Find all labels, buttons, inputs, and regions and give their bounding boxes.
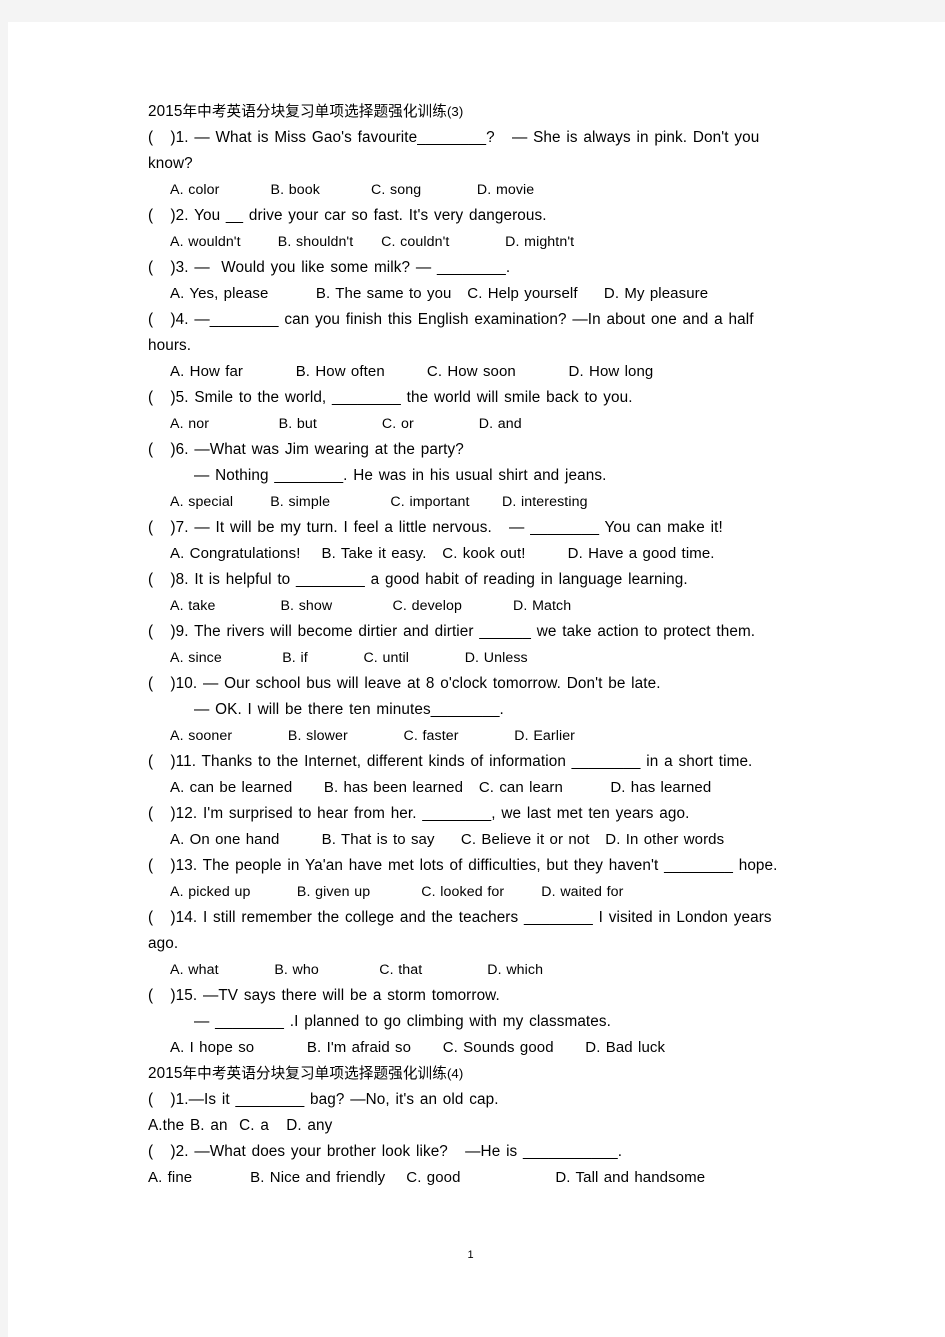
section-heading: 2015年中考英语分块复习单项选择题强化训练(4) <box>148 1061 793 1087</box>
question-line: ( )12. I'm surprised to hear from her. _… <box>148 805 690 822</box>
heading-title-cjk: 年中考英语分块复习单项选择题强化训练 <box>182 103 447 120</box>
question-line: ( )2. You __ drive your car so fast. It'… <box>148 207 547 224</box>
option-line: A. color B. book C. song D. movie <box>170 182 535 198</box>
heading-year: 2015 <box>148 103 183 120</box>
option-line: A. On one hand B. That is to say C. Beli… <box>170 831 725 848</box>
option-line: A. How far B. How often C. How soon D. H… <box>170 363 654 380</box>
question-line: — Nothing ________. He was in his usual … <box>194 467 607 484</box>
question-line: know? <box>148 155 193 172</box>
question-line: ( )6. —What was Jim wearing at the party… <box>148 441 464 458</box>
question-line: ( )2. —What does your brother look like?… <box>148 1143 623 1160</box>
page-number: 1 <box>467 1249 474 1261</box>
question-line: — OK. I will be there ten minutes_______… <box>194 701 504 718</box>
question-line: ( )14. I still remember the college and … <box>148 909 772 926</box>
option-line: A. nor B. but C. or D. and <box>170 416 522 432</box>
option-line: A. Yes, please B. The same to you C. Hel… <box>170 285 709 302</box>
option-line: A. sooner B. slower C. faster D. Earlier <box>170 728 576 744</box>
question-line: — ________ .I planned to go climbing wit… <box>194 1013 611 1030</box>
question-line: ( )11. Thanks to the Internet, different… <box>148 753 753 770</box>
option-line: A. picked up B. given up C. looked for D… <box>170 884 624 900</box>
question-line: ( )4. —________ can you finish this Engl… <box>148 311 754 328</box>
question-line: ( )13. The people in Ya'an have met lots… <box>148 857 778 874</box>
option-line: A. I hope so B. I'm afraid so C. Sounds … <box>170 1039 666 1056</box>
option-line: A. can be learned B. has been learned C.… <box>170 779 712 796</box>
option-line: A. special B. simple C. important D. int… <box>170 494 588 510</box>
option-line: A. Congratulations! B. Take it easy. C. … <box>170 545 715 562</box>
question-line: ago. <box>148 935 179 952</box>
option-line: A.the B. an C. a D. any <box>148 1117 333 1134</box>
question-line: ( )7. — It will be my turn. I feel a lit… <box>148 519 723 536</box>
question-line: ( )1. — What is Miss Gao's favourite____… <box>148 129 760 146</box>
heading-suffix: (4) <box>446 1066 464 1081</box>
question-line: ( )1.—Is it ________ bag? —No, it's an o… <box>148 1091 499 1108</box>
document-page: 2015年中考英语分块复习单项选择题强化训练(3) ( )1. — What i… <box>8 22 945 1337</box>
question-line: ( )8. It is helpful to ________ a good h… <box>148 571 688 588</box>
question-line: ( )15. —TV says there will be a storm to… <box>148 987 500 1004</box>
question-line: ( )3. — Would you like some milk? — ____… <box>148 259 511 276</box>
heading-year: 2015 <box>148 1065 183 1082</box>
heading-suffix: (3) <box>446 104 464 119</box>
option-line: A. fine B. Nice and friendly C. good D. … <box>148 1169 706 1186</box>
option-line: A. since B. if C. until D. Unless <box>170 650 528 666</box>
option-line: A. wouldn't B. shouldn't C. couldn't D. … <box>170 234 575 250</box>
heading-title-cjk: 年中考英语分块复习单项选择题强化训练 <box>182 1065 447 1082</box>
question-line: hours. <box>148 337 192 354</box>
question-line: ( )9. The rivers will become dirtier and… <box>148 623 756 640</box>
question-line: ( )5. Smile to the world, ________ the w… <box>148 389 633 406</box>
question-line: ( )10. — Our school bus will leave at 8 … <box>148 675 661 692</box>
section-heading: 2015年中考英语分块复习单项选择题强化训练(3) <box>148 99 793 125</box>
option-line: A. what B. who C. that D. which <box>170 962 544 978</box>
document-content: 2015年中考英语分块复习单项选择题强化训练(3) ( )1. — What i… <box>148 99 793 1261</box>
option-line: A. take B. show C. develop D. Match <box>170 598 572 614</box>
